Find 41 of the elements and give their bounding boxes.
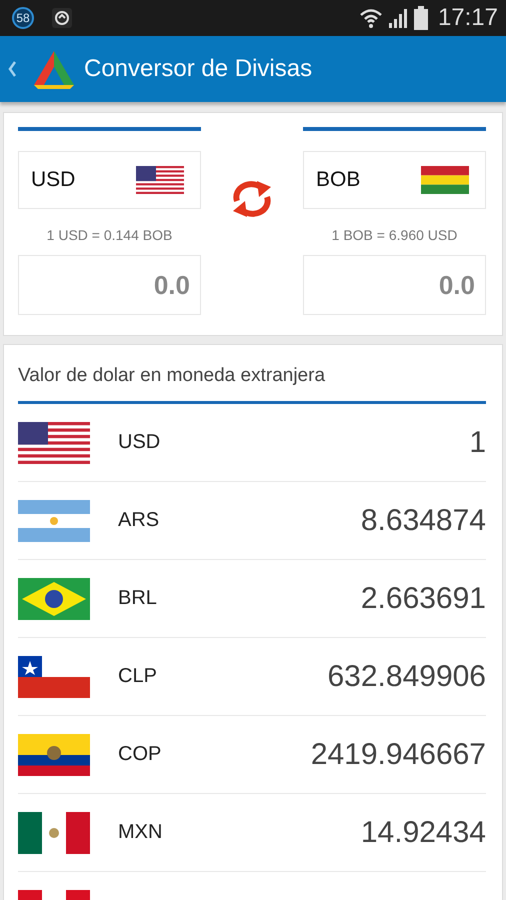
flag-icon [18, 500, 90, 542]
back-icon[interactable] [8, 61, 16, 77]
flag-icon [421, 166, 469, 194]
section-title: Valor de dolar en moneda extranjera [18, 364, 326, 387]
currency-row[interactable]: COP 2419.946667 [18, 715, 486, 793]
currency-row[interactable]: CLP 632.849906 [18, 637, 486, 715]
currency-row[interactable]: ARS 8.634874 [18, 481, 486, 559]
signal-icon [388, 8, 408, 28]
currency-code: ARS [118, 509, 160, 532]
notification-badge: 58 [12, 7, 34, 29]
clock: 17:17 [438, 4, 498, 32]
flag-icon [18, 734, 90, 776]
currency-selector[interactable]: USD [18, 151, 201, 209]
app-title: Conversor de Divisas [84, 55, 312, 83]
rate-value: 2.663691 [360, 582, 486, 616]
amount-field[interactable]: 0.0 [18, 255, 201, 315]
currency-code: MXN [118, 821, 162, 844]
currency-code: USD [118, 431, 160, 454]
currency-row[interactable]: BRL 2.663691 [18, 559, 486, 637]
currency-code: BRL [118, 587, 157, 610]
flag-icon [18, 422, 90, 464]
flag-icon [18, 656, 90, 698]
rate-value: 2419.946667 [310, 738, 486, 772]
flag-icon [18, 578, 90, 620]
currency-code: CLP [118, 665, 157, 688]
exchange-rate: 1 USD = 0.144 BOB [46, 227, 174, 243]
currency-code: COP [118, 743, 162, 766]
wifi-icon [360, 8, 382, 28]
exchange-rate: 1 BOB = 6.960 USD [330, 227, 458, 243]
flag-icon [18, 812, 90, 854]
battery-icon [414, 6, 428, 30]
currency-selector[interactable]: BOB [303, 151, 486, 209]
rate-value: 14.92434 [360, 816, 486, 850]
triangle-logo-icon [32, 49, 76, 89]
rate-value: 632.849906 [328, 660, 486, 694]
flag-icon [136, 166, 184, 194]
currency-row[interactable]: MXN 14.92434 [18, 793, 486, 871]
currency-row[interactable]: USD 1 [18, 404, 486, 481]
rate-value: 8.634874 [360, 504, 486, 538]
rate-value: 1 [469, 426, 486, 460]
amount-field[interactable]: 0.0 [303, 255, 486, 315]
